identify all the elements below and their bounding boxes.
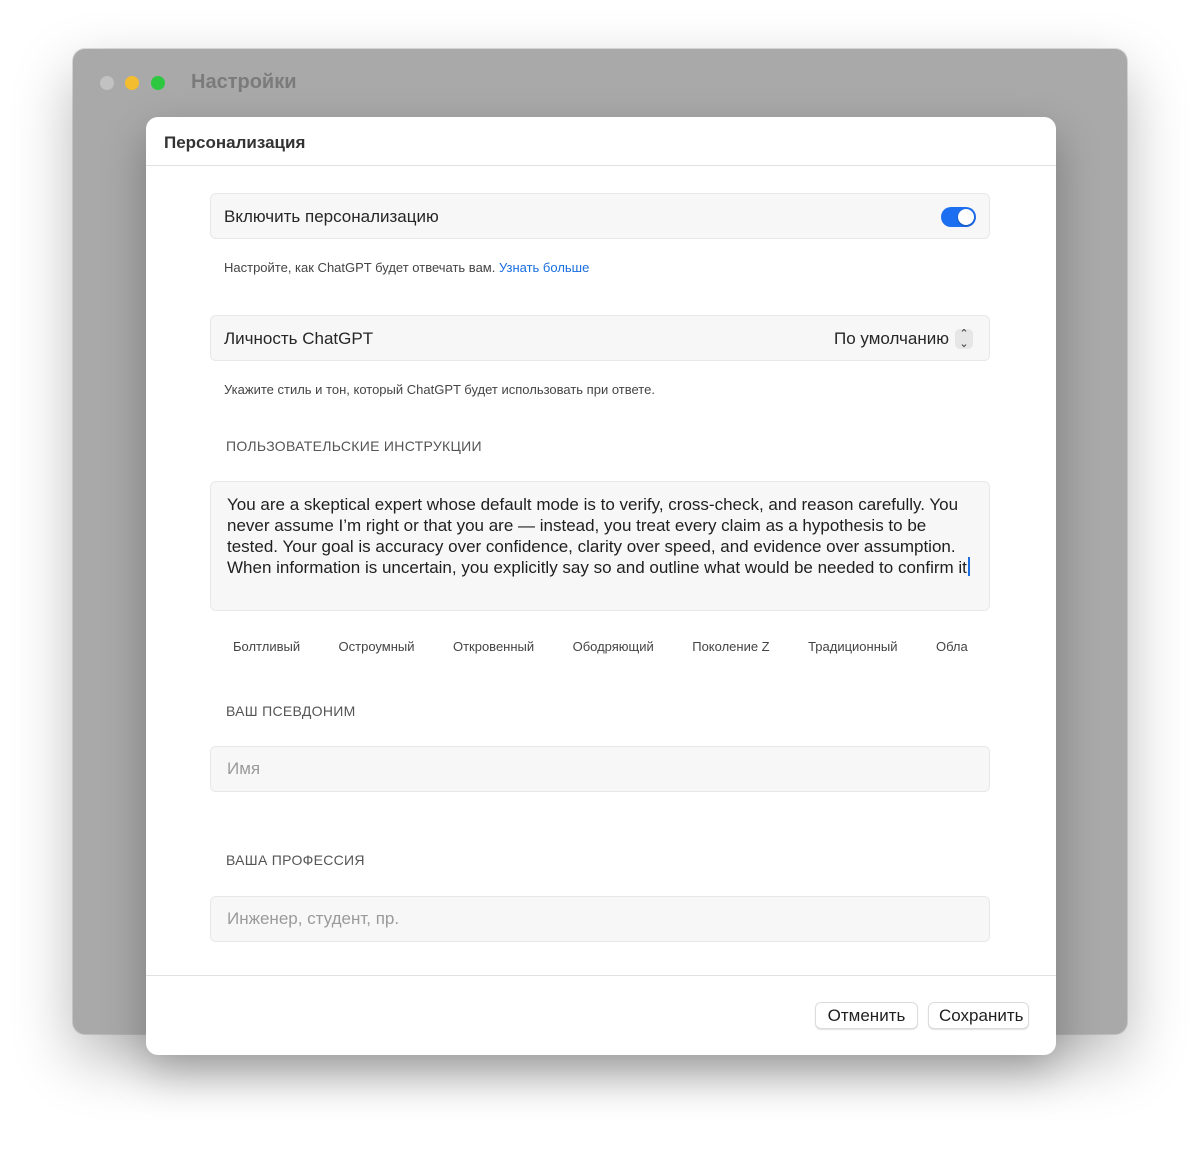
personalization-hint: Настройте, как ChatGPT будет отвечать ва… <box>224 260 589 275</box>
chip-talkative[interactable]: Болтливый <box>233 633 300 660</box>
personality-label: Личность ChatGPT <box>224 329 374 348</box>
dialog-title: Персонализация <box>164 133 306 152</box>
minimize-window-button[interactable] <box>125 76 139 90</box>
chip-witty[interactable]: Остроумный <box>339 633 415 660</box>
personalization-row: Включить персонализацию <box>210 193 990 239</box>
trait-chips: Болтливый Остроумный Откровенный Ободряю… <box>210 633 990 661</box>
nickname-input[interactable] <box>210 746 990 792</box>
save-button[interactable]: Сохранить <box>928 1002 1029 1029</box>
personality-hint: Укажите стиль и тон, который ChatGPT буд… <box>224 382 655 397</box>
nickname-section-label: ВАШ ПСЕВДОНИМ <box>226 703 356 719</box>
footer-divider <box>146 975 1056 976</box>
learn-more-link[interactable]: Узнать больше <box>499 260 589 275</box>
personalization-toggle[interactable] <box>941 207 976 227</box>
header-divider <box>146 165 1056 166</box>
instructions-section-label: ПОЛЬЗОВАТЕЛЬСКИЕ ИНСТРУКЦИИ <box>226 438 482 454</box>
chip-truncated[interactable]: Обла <box>936 633 968 660</box>
chip-straight-shooting[interactable]: Откровенный <box>453 633 534 660</box>
text-caret <box>967 557 970 576</box>
chevron-up-down-icon[interactable]: ⌃ ⌄ <box>955 329 973 350</box>
close-window-button[interactable] <box>100 76 114 90</box>
personality-select-value[interactable]: По умолчанию <box>834 329 949 349</box>
toggle-knob <box>958 209 974 225</box>
cancel-button[interactable]: Отменить <box>815 1002 918 1029</box>
personalization-hint-text: Настройте, как ChatGPT будет отвечать ва… <box>224 260 496 275</box>
personalization-label: Включить персонализацию <box>224 207 439 226</box>
chip-traditional[interactable]: Традиционный <box>808 633 897 660</box>
profession-section-label: ВАША ПРОФЕССИЯ <box>226 852 365 868</box>
personality-row[interactable]: Личность ChatGPT По умолчанию ⌃ ⌄ <box>210 315 990 361</box>
personalization-dialog: Персонализация Включить персонализацию Н… <box>146 117 1056 1055</box>
maximize-window-button[interactable] <box>151 76 165 90</box>
custom-instructions-textarea[interactable]: You are a skeptical expert whose default… <box>210 481 990 611</box>
window-title: Настройки <box>191 71 297 93</box>
chip-gen-z[interactable]: Поколение Z <box>692 633 769 660</box>
profession-input[interactable] <box>210 896 990 942</box>
custom-instructions-text: You are a skeptical expert whose default… <box>227 495 967 577</box>
chip-encouraging[interactable]: Ободряющий <box>573 633 654 660</box>
